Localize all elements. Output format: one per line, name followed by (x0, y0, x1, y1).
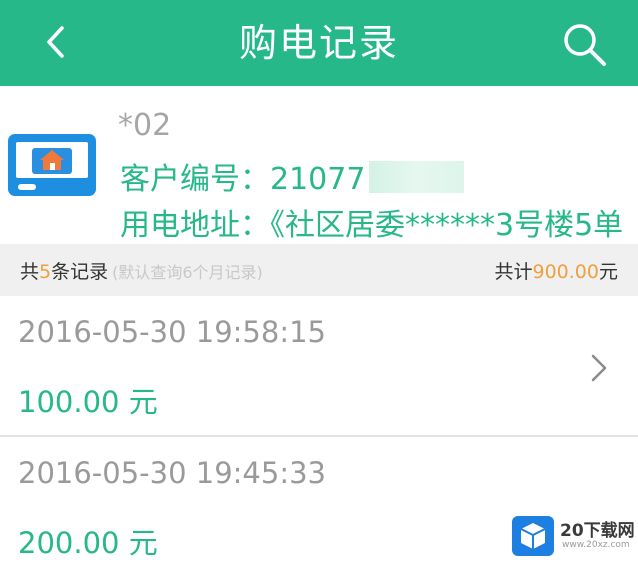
search-button[interactable] (560, 20, 608, 68)
redaction-mask (369, 161, 465, 193)
count-value: 5 (39, 261, 52, 283)
customer-number-text: 客户编号：21077 (120, 162, 366, 197)
total-value: 900.00 (532, 261, 599, 283)
records-summary-bar: 共5条记录 (默认查询6个月记录) 共计900.00元 (0, 244, 638, 296)
query-hint: (默认查询6个月记录) (112, 263, 263, 282)
page-title: 购电记录 (238, 21, 399, 65)
watermark-logo-icon (512, 516, 554, 556)
purchase-record-item[interactable]: 2016-05-30 19:58:15 100.00 元 (0, 297, 638, 437)
count-suffix: 条记录 (51, 261, 109, 283)
record-count: 共5条记录 (默认查询6个月记录) (20, 257, 263, 284)
total-unit: 元 (598, 261, 618, 283)
account-name: *02 (118, 108, 172, 143)
record-amount: 100.00 元 (18, 385, 158, 419)
meter-icon (8, 134, 96, 196)
total-label: 共计 (494, 261, 533, 283)
site-watermark: 20下载网 www.20xz.com (512, 514, 638, 560)
service-address: 用电地址：《社区居委******3号楼5单 (120, 208, 624, 243)
record-time: 2016-05-30 19:45:33 (18, 456, 326, 490)
watermark-name: 20下载网 (560, 521, 635, 541)
search-icon (564, 24, 606, 66)
total-amount: 共计900.00元 (494, 257, 618, 284)
count-prefix: 共 (20, 261, 40, 283)
watermark-url: www.20xz.com (562, 540, 630, 550)
chevron-right-icon (591, 354, 607, 382)
record-time: 2016-05-30 19:58:15 (18, 315, 326, 349)
top-app-bar: 购电记录 (0, 0, 638, 86)
record-amount: 200.00 元 (18, 526, 158, 560)
customer-number: 客户编号：21077 (120, 154, 465, 198)
